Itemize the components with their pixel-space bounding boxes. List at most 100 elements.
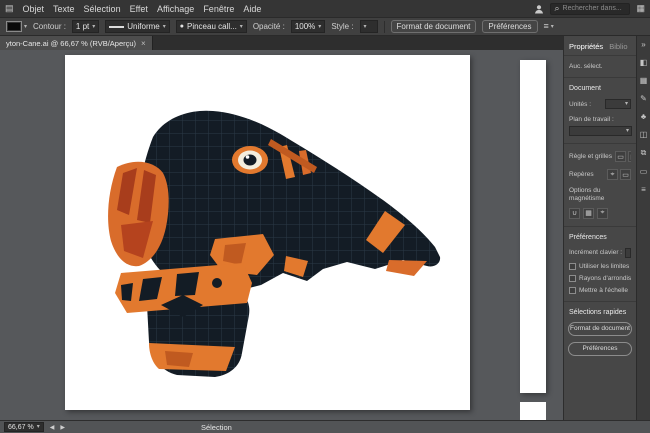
menu-objet[interactable]: Objet [23, 4, 45, 14]
artboards-panel-icon[interactable]: ▭ [640, 167, 648, 176]
caret-down-icon: ▾ [37, 424, 40, 430]
checkbox-scale-corners[interactable]: Rayons d'arrondis [569, 275, 631, 282]
properties-panel: Propriétés Biblio Auc. sélect. Document … [563, 36, 636, 420]
color-panel-icon[interactable]: ◧ [640, 58, 648, 67]
caret-down-icon: ▾ [551, 24, 554, 30]
checkbox-icon [569, 263, 576, 270]
quick-actions-header: Sélections rapides [569, 309, 631, 316]
quick-action-preferences[interactable]: Préférences [568, 342, 632, 356]
style-label: Style : [331, 22, 353, 31]
units-dropdown[interactable]: ▾ [605, 99, 631, 109]
divider [564, 301, 636, 302]
artboard-2[interactable] [520, 60, 546, 393]
units-label: Unités : [569, 101, 591, 108]
lock-guides-icon[interactable]: ▭ [620, 169, 631, 180]
document-tab-title: yton-Cane.ai @ 66,67 % (RVB/Aperçu) [6, 39, 136, 48]
artboard-dropdown[interactable]: ▾ [569, 126, 632, 136]
properties-panel-tabs: Propriétés Biblio [564, 36, 636, 56]
snap-magnet-icon[interactable]: ∪ [569, 208, 580, 219]
width-profile-dropdown[interactable]: Uniforme ▾ [105, 20, 169, 33]
divider [564, 143, 636, 144]
menu-fenetre[interactable]: Fenêtre [203, 4, 234, 14]
transparency-panel-icon[interactable]: ◫ [640, 130, 648, 139]
symbols-panel-icon[interactable]: ♣ [641, 112, 646, 121]
caret-down-icon: ▾ [626, 128, 629, 134]
grid-icon[interactable]: ▦ [628, 151, 631, 162]
divider [384, 21, 385, 33]
checkbox-preview-bounds[interactable]: Utiliser les limites [569, 263, 631, 270]
menubar-right-cluster: ⌕ Rechercher dans... ▦ [534, 3, 645, 15]
zoom-level-dropdown[interactable]: 66,67 % ▾ [4, 422, 44, 432]
panel-icon-strip: » ◧ ▦ ✎ ♣ ◫ ⧉ ▭ ≡ [636, 36, 650, 420]
ruler-icon[interactable]: ▭ [615, 151, 626, 162]
swatches-panel-icon[interactable]: ▦ [640, 76, 648, 85]
keyboard-increment-input[interactable] [625, 248, 631, 258]
stroke-weight-dropdown[interactable]: 1 pt ▾ [72, 20, 99, 33]
keyboard-increment-label: Incrément clavier : [569, 249, 622, 256]
zoom-level-value: 66,67 % [8, 424, 34, 431]
preferences-section-header: Préférences [569, 234, 631, 241]
quick-action-document-setup[interactable]: Format de document [568, 322, 632, 336]
snap-grid-icon[interactable]: ▦ [583, 208, 594, 219]
options-icon: ≡ [544, 22, 549, 31]
menu-bar: ▤ Objet Texte Sélection Effet Affichage … [0, 0, 650, 18]
document-tab-bar: yton-Cane.ai @ 66,67 % (RVB/Aperçu) × [0, 36, 563, 50]
caret-down-icon: ▾ [364, 24, 367, 30]
caret-down-icon: ▾ [318, 24, 321, 30]
artboard-1[interactable] [65, 55, 470, 410]
width-profile-value: Uniforme [127, 22, 159, 31]
stroke-weight-value: 1 pt [76, 22, 89, 31]
rulers-grids-label: Règle et grilles [569, 153, 612, 160]
collapse-panels-icon[interactable]: » [641, 40, 645, 49]
status-bar: 66,67 % ▾ ◀ ▶ Sélection [0, 420, 650, 433]
tab-bibliotheques[interactable]: Biblio [609, 42, 627, 51]
caret-down-icon: ▾ [240, 24, 243, 30]
contour-label: Contour : [33, 22, 66, 31]
menu-selection[interactable]: Sélection [84, 4, 121, 14]
control-bar: ▾ Contour : 1 pt ▾ Uniforme ▾ ● Pinceau … [0, 18, 650, 36]
artboard-label: Plan de travail : [569, 116, 614, 123]
brush-definition-dropdown[interactable]: ● Pinceau call... ▾ [176, 20, 247, 33]
opacity-dropdown[interactable]: 100% ▾ [291, 20, 325, 33]
caret-down-icon: ▾ [163, 24, 166, 30]
menu-aide[interactable]: Aide [243, 4, 261, 14]
menu-affichage[interactable]: Affichage [157, 4, 194, 14]
brushes-panel-icon[interactable]: ✎ [640, 94, 647, 103]
checkbox-icon [569, 287, 576, 294]
close-icon[interactable]: × [141, 39, 146, 48]
document-setup-button[interactable]: Format de document [391, 20, 477, 33]
dog-eye [232, 146, 268, 174]
align-panel-icon[interactable]: ≡ [641, 185, 646, 194]
workspace-switcher-icon[interactable]: ▦ [636, 4, 645, 13]
uniform-profile-icon [109, 26, 124, 28]
snap-options-label: Options du magnétisme [569, 187, 631, 204]
search-icon: ⌕ [554, 4, 559, 13]
tab-proprietes[interactable]: Propriétés [569, 42, 603, 51]
preferences-button[interactable]: Préférences [482, 20, 537, 33]
divider [564, 226, 636, 227]
artboard-3[interactable] [520, 402, 546, 420]
document-tab[interactable]: yton-Cane.ai @ 66,67 % (RVB/Aperçu) × [0, 36, 153, 50]
previous-artboard-icon[interactable]: ◀ [50, 424, 55, 431]
snap-point-icon[interactable]: ⌖ [597, 208, 608, 219]
next-artboard-icon[interactable]: ▶ [60, 424, 65, 431]
search-placeholder: Rechercher dans... [563, 5, 622, 12]
stroke-color-swatch[interactable]: ▾ [6, 21, 27, 32]
checkbox-scale-strokes[interactable]: Mettre à l'échelle [569, 287, 631, 294]
menu-texte[interactable]: Texte [53, 4, 75, 14]
user-account-icon[interactable] [534, 4, 544, 14]
more-options-dropdown[interactable]: ≡ ▾ [544, 22, 554, 31]
canvas-pasteboard[interactable] [0, 50, 563, 420]
selection-status: Auc. sélect. [569, 63, 631, 70]
app-menu-icon[interactable]: ▤ [5, 4, 14, 13]
search-input[interactable]: ⌕ Rechercher dans... [550, 3, 630, 15]
guides-icon[interactable]: ⌖ [607, 169, 618, 180]
document-section-header: Document [569, 85, 631, 92]
brush-dot-icon: ● [180, 23, 184, 30]
graphic-style-dropdown[interactable]: ▾ [360, 20, 378, 33]
caret-down-icon: ▾ [24, 24, 27, 30]
layers-panel-icon[interactable]: ⧉ [641, 148, 647, 158]
menu-effet[interactable]: Effet [130, 4, 148, 14]
guides-label: Repères [569, 171, 594, 178]
stroke-color-icon [6, 21, 22, 32]
